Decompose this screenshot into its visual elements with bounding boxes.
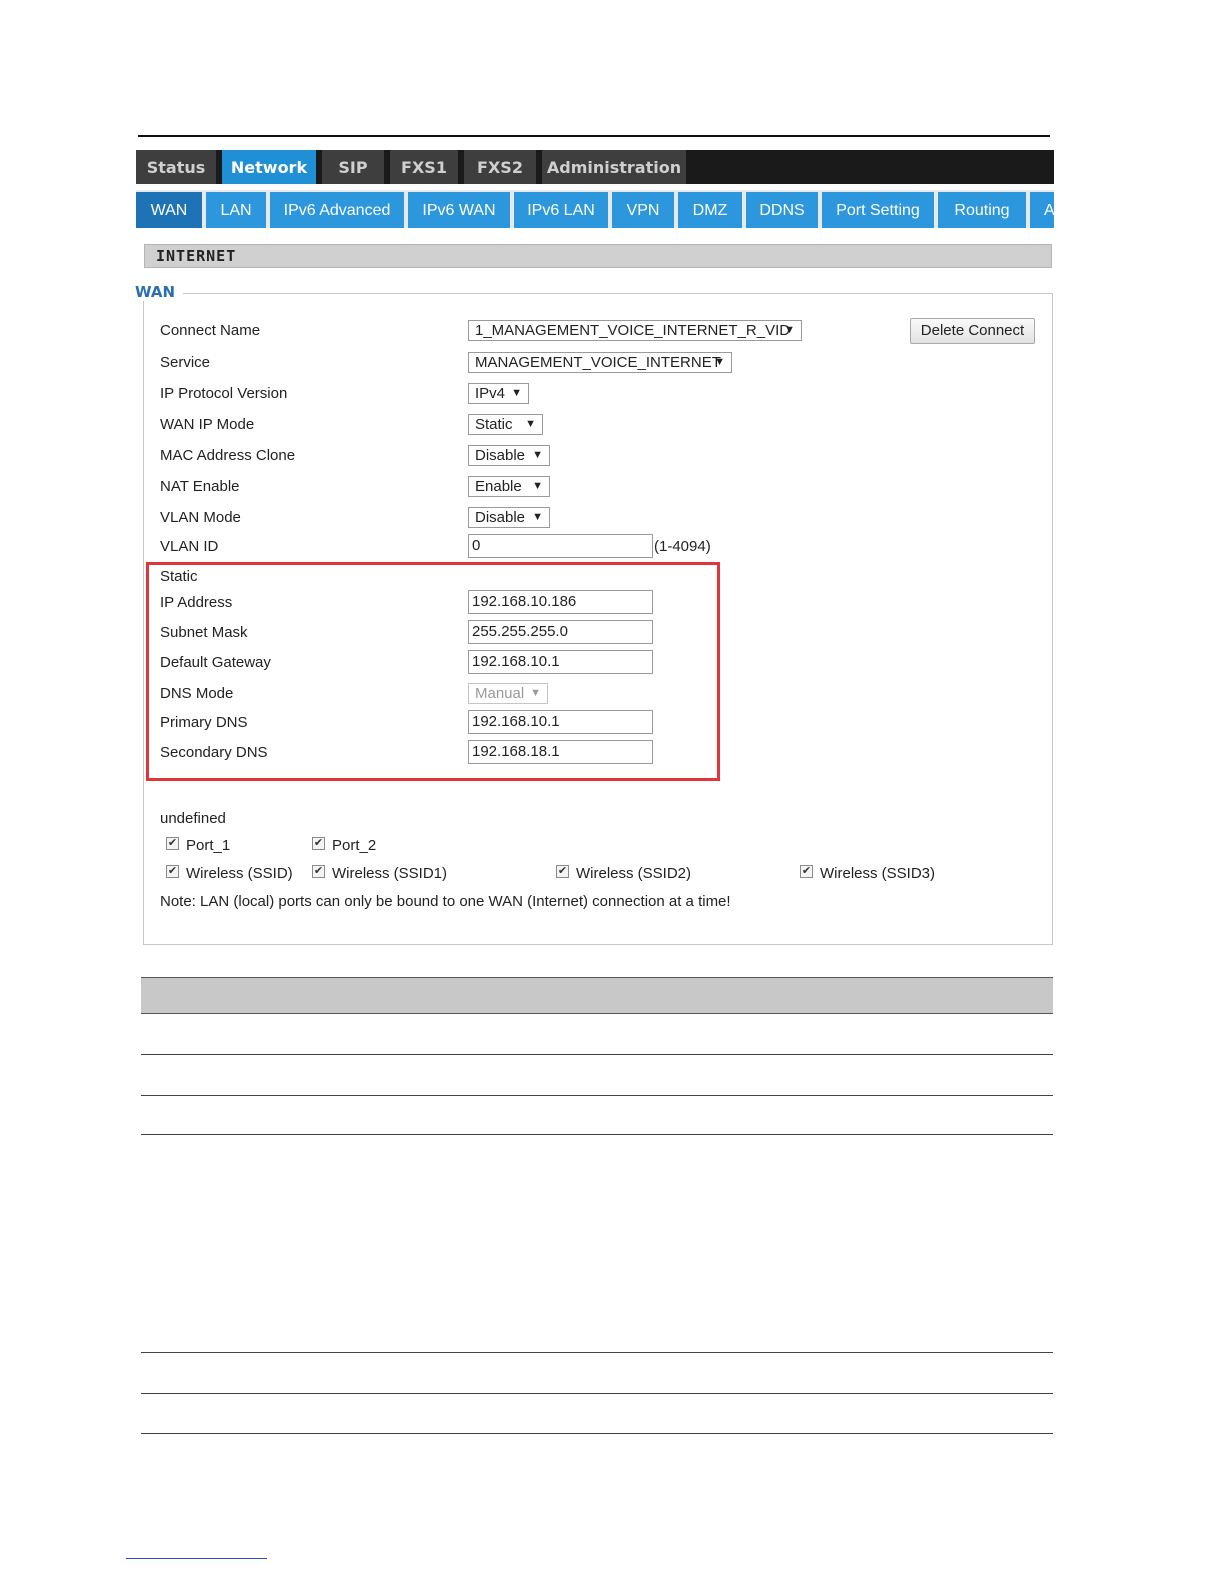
secondary-dns-label: Secondary DNS xyxy=(160,744,268,761)
primary-dns-label: Primary DNS xyxy=(160,714,248,731)
vlan-id-range-hint: (1-4094) xyxy=(654,538,711,555)
subnet-mask-label: Subnet Mask xyxy=(160,624,248,641)
dns-mode-value: Manual xyxy=(475,685,525,702)
port-1-label: Port_1 xyxy=(186,837,231,854)
port-1-checkbox[interactable]: ✔ xyxy=(166,837,179,850)
subtab-ddns[interactable]: DDNS xyxy=(746,192,818,228)
connect-name-select[interactable]: 1_MANAGEMENT_VOICE_INTERNET_R_VID ▼ xyxy=(468,320,802,341)
vlan-id-label: VLAN ID xyxy=(160,538,219,555)
tab-status[interactable]: Status xyxy=(136,150,218,184)
primary-dns-input[interactable]: 192.168.10.1 xyxy=(468,710,653,734)
tab-fxs2[interactable]: FXS2 xyxy=(464,150,538,184)
tab-fxs1[interactable]: FXS1 xyxy=(390,150,460,184)
subtab-lan[interactable]: LAN xyxy=(206,192,266,228)
ssid-checkbox[interactable]: ✔ xyxy=(166,865,179,878)
tab-sip[interactable]: SIP xyxy=(322,150,386,184)
subtab-ipv6-advanced[interactable]: IPv6 Advanced xyxy=(270,192,404,228)
ssid3-label: Wireless (SSID3) xyxy=(820,865,936,882)
delete-connect-button[interactable]: Delete Connect xyxy=(910,318,1035,344)
ip-address-label: IP Address xyxy=(160,594,233,611)
nat-enable-select[interactable]: Enable ▼ xyxy=(468,476,550,497)
nat-enable-value: Enable xyxy=(475,478,522,495)
ip-address-input[interactable]: 192.168.10.186 xyxy=(468,590,653,614)
table-row-divider xyxy=(141,1433,1053,1434)
dns-mode-select: Manual ▼ xyxy=(468,683,548,704)
fieldset-divider xyxy=(198,293,1053,294)
ssid1-checkbox[interactable]: ✔ xyxy=(312,865,325,878)
connect-name-value: 1_MANAGEMENT_VOICE_INTERNET_R_VID xyxy=(475,322,791,339)
subtab-overflow[interactable]: A xyxy=(1030,192,1054,228)
fieldset-legend: WAN xyxy=(135,283,184,301)
section-title: INTERNET xyxy=(144,244,1052,268)
ip-protocol-select[interactable]: IPv4 ▼ xyxy=(468,383,529,404)
vlan-mode-value: Disable xyxy=(475,509,526,526)
dropdown-arrow-icon: ▼ xyxy=(511,387,522,399)
ip-protocol-label: IP Protocol Version xyxy=(160,385,288,402)
default-gateway-input[interactable]: 192.168.10.1 xyxy=(468,650,653,674)
subtab-wan[interactable]: WAN xyxy=(136,192,202,228)
dropdown-arrow-icon: ▼ xyxy=(525,418,536,430)
dropdown-arrow-icon: ▼ xyxy=(532,480,543,492)
vlan-mode-label: VLAN Mode xyxy=(160,509,241,526)
dropdown-arrow-icon: ▼ xyxy=(784,324,795,336)
ssid3-checkbox[interactable]: ✔ xyxy=(800,865,813,878)
ip-protocol-value: IPv4 xyxy=(475,385,506,402)
connect-name-label: Connect Name xyxy=(160,322,261,339)
footnote-separator xyxy=(126,1558,267,1559)
mac-clone-label: MAC Address Clone xyxy=(160,447,296,464)
vlan-mode-select[interactable]: Disable ▼ xyxy=(468,507,550,528)
port-2-label: Port_2 xyxy=(332,837,377,854)
service-select[interactable]: MANAGEMENT_VOICE_INTERNET ▼ xyxy=(468,352,732,373)
tab-administration[interactable]: Administration xyxy=(542,150,688,184)
subtab-dmz[interactable]: DMZ xyxy=(678,192,742,228)
subtab-routing[interactable]: Routing xyxy=(938,192,1026,228)
mac-clone-select[interactable]: Disable ▼ xyxy=(468,445,550,466)
table-row-divider xyxy=(141,1134,1053,1135)
secondary-dns-input[interactable]: 192.168.18.1 xyxy=(468,740,653,764)
subtab-ipv6-wan[interactable]: IPv6 WAN xyxy=(408,192,510,228)
default-gateway-label: Default Gateway xyxy=(160,654,271,671)
page-top-rule xyxy=(138,135,1050,137)
wan-ip-mode-select[interactable]: Static ▼ xyxy=(468,414,543,435)
dns-mode-label: DNS Mode xyxy=(160,685,234,702)
table-header-row xyxy=(141,977,1053,1014)
ssid-label: Wireless (SSID) xyxy=(186,865,293,882)
subtab-ipv6-lan[interactable]: IPv6 LAN xyxy=(514,192,608,228)
subnet-mask-input[interactable]: 255.255.255.0 xyxy=(468,620,653,644)
binding-heading: undefined xyxy=(160,810,226,827)
vlan-id-input[interactable]: 0 xyxy=(468,534,653,558)
subtab-port-setting[interactable]: Port Setting xyxy=(822,192,934,228)
static-heading: Static xyxy=(160,568,198,585)
table-row-divider xyxy=(141,1393,1053,1394)
wan-ip-mode-label: WAN IP Mode xyxy=(160,416,255,433)
ssid2-checkbox[interactable]: ✔ xyxy=(556,865,569,878)
service-value: MANAGEMENT_VOICE_INTERNET xyxy=(475,354,721,371)
mac-clone-value: Disable xyxy=(475,447,526,464)
dropdown-arrow-icon: ▼ xyxy=(532,511,543,523)
wan-ip-mode-value: Static xyxy=(475,416,513,433)
binding-note: Note: LAN (local) ports can only be boun… xyxy=(160,893,731,910)
dropdown-arrow-icon: ▼ xyxy=(714,356,725,368)
dropdown-arrow-icon: ▼ xyxy=(532,449,543,461)
ssid1-label: Wireless (SSID1) xyxy=(332,865,448,882)
table-row-divider xyxy=(141,1352,1053,1353)
port-2-checkbox[interactable]: ✔ xyxy=(312,837,325,850)
service-label: Service xyxy=(160,354,211,371)
subtab-vpn[interactable]: VPN xyxy=(612,192,674,228)
dropdown-arrow-icon: ▼ xyxy=(530,687,541,699)
table-row-divider xyxy=(141,1054,1053,1055)
nat-enable-label: NAT Enable xyxy=(160,478,240,495)
tab-network[interactable]: Network xyxy=(222,150,318,184)
ssid2-label: Wireless (SSID2) xyxy=(576,865,692,882)
table-row-divider xyxy=(141,1095,1053,1096)
